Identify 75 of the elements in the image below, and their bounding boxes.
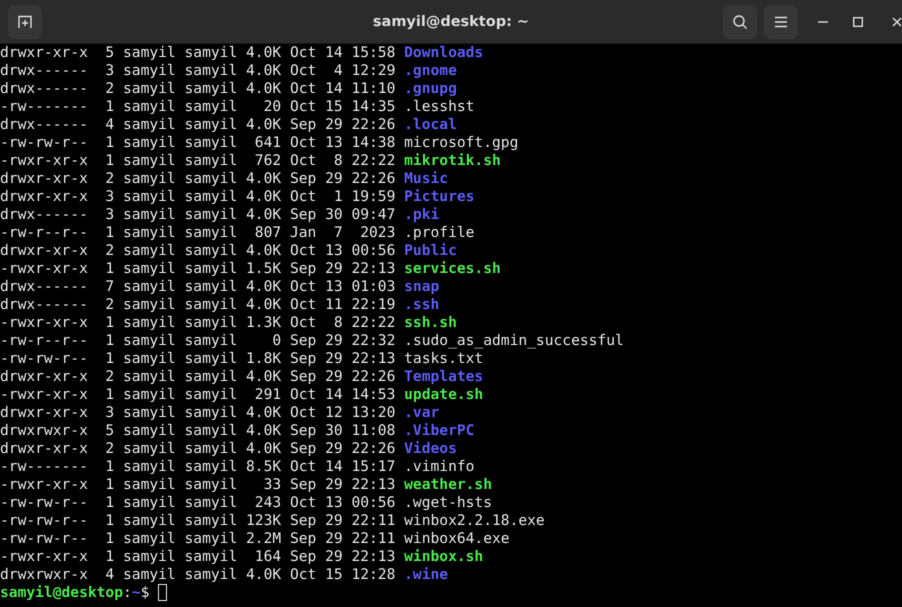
file-name: ssh.sh (404, 314, 457, 331)
directory-name: Music (404, 170, 448, 187)
prompt-separator: : (123, 584, 132, 601)
file-name: .wget-hsts (404, 494, 492, 511)
file-name: .sudo_as_admin_successful (404, 332, 624, 349)
file-name: .viminfo (404, 458, 474, 475)
file-details: -rw------- 1 samyil samyil 20 Oct 15 14:35 (0, 98, 396, 115)
file-details: drwxr-xr-x 3 samyil samyil 4.0K Oct 12 13:20 (0, 404, 396, 421)
file-name: microsoft.gpg (404, 134, 518, 151)
file-name: tasks.txt (404, 350, 484, 367)
file-details: drwxr-xr-x 5 samyil samyil 4.0K Oct 14 15:58 (0, 44, 396, 61)
directory-name: .ssh (404, 296, 440, 313)
directory-name: .wine (404, 566, 448, 583)
menu-button[interactable] (764, 4, 798, 38)
file-name: .lesshst (404, 98, 474, 115)
file-details: drwxr-xr-x 3 samyil samyil 4.0K Oct 1 19:59 (0, 188, 396, 205)
directory-name: Templates (404, 368, 484, 385)
window-title: samyil@desktop: ~ (372, 14, 530, 30)
file-name: winbox2.2.18.exe (404, 512, 545, 529)
file-details: -rwxr-xr-x 1 samyil samyil 164 Sep 29 22:13 (0, 548, 396, 565)
file-details: drwxr-xr-x 2 samyil samyil 4.0K Sep 29 22:26 (0, 440, 396, 457)
file-details: -rw-rw-r-- 1 samyil samyil 123K Sep 29 22:11 (0, 512, 396, 529)
close-icon (892, 16, 902, 26)
file-details: -rw-rw-r-- 1 samyil samyil 1.8K Sep 29 22:13 (0, 350, 396, 367)
file-details: -rwxr-xr-x 1 samyil samyil 33 Sep 29 22:13 (0, 476, 396, 493)
file-details: -rw-r--r-- 1 samyil samyil 0 Sep 29 22:32 (0, 332, 396, 349)
prompt-path: ~ (132, 584, 141, 601)
directory-name: .ViberPC (404, 422, 474, 439)
file-name: winbox.sh (404, 548, 484, 565)
search-button[interactable] (723, 4, 757, 38)
file-details: drwx------ 3 samyil samyil 4.0K Sep 30 09:47 (0, 206, 396, 223)
file-name: .profile (404, 224, 474, 241)
file-details: drwx------ 4 samyil samyil 4.0K Sep 29 22:26 (0, 116, 396, 133)
directory-name: Downloads (404, 44, 484, 61)
directory-name: Public (404, 242, 457, 259)
directory-name: .gnome (404, 62, 457, 79)
prompt-user-host: samyil@desktop (0, 584, 124, 601)
maximize-icon (853, 16, 863, 26)
prompt-symbol: $ (140, 584, 150, 601)
file-name: services.sh (404, 260, 501, 277)
file-name: mikrotik.sh (404, 152, 501, 169)
new-tab-icon (17, 14, 33, 30)
file-details: drwxrwxr-x 4 samyil samyil 4.0K Oct 15 12:28 (0, 566, 396, 583)
menu-icon (774, 16, 788, 28)
file-name: winbox64.exe (404, 530, 510, 547)
file-details: drwx------ 7 samyil samyil 4.0K Oct 13 01:03 (0, 278, 396, 295)
file-details: drwx------ 3 samyil samyil 4.0K Oct 4 12:29 (0, 62, 396, 79)
directory-name: Pictures (404, 188, 474, 205)
file-details: -rwxr-xr-x 1 samyil samyil 1.3K Oct 8 22:22 (0, 314, 396, 331)
file-details: -rw-rw-r-- 1 samyil samyil 2.2M Sep 29 22:11 (0, 530, 396, 547)
file-details: -rw------- 1 samyil samyil 8.5K Oct 14 15:17 (0, 458, 396, 475)
new-tab-button[interactable] (8, 4, 42, 38)
minimize-icon (818, 20, 828, 22)
directory-name: Videos (404, 440, 457, 457)
file-details: -rwxr-xr-x 1 samyil samyil 1.5K Sep 29 22:13 (0, 260, 396, 277)
text-cursor (158, 584, 168, 601)
file-details: -rw-rw-r-- 1 samyil samyil 641 Oct 13 14:38 (0, 134, 396, 151)
directory-name: .local (404, 116, 457, 133)
directory-name: .pki (404, 206, 440, 223)
file-details: drwx------ 2 samyil samyil 4.0K Oct 14 11:10 (0, 80, 396, 97)
file-details: -rwxr-xr-x 1 samyil samyil 291 Oct 14 14:53 (0, 386, 396, 403)
file-details: drwx------ 2 samyil samyil 4.0K Oct 11 22:19 (0, 296, 396, 313)
file-details: drwxr-xr-x 2 samyil samyil 4.0K Sep 29 22:26 (0, 368, 396, 385)
directory-name: snap (404, 278, 440, 295)
file-details: drwxrwxr-x 5 samyil samyil 4.0K Sep 30 11:08 (0, 422, 396, 439)
file-details: drwxr-xr-x 2 samyil samyil 4.0K Sep 29 22:26 (0, 170, 396, 187)
directory-name: .gnupg (404, 80, 457, 97)
file-name: weather.sh (404, 476, 492, 493)
file-details: -rwxr-xr-x 1 samyil samyil 762 Oct 8 22:22 (0, 152, 396, 169)
directory-name: .var (404, 404, 440, 421)
file-details: -rw-rw-r-- 1 samyil samyil 243 Oct 13 00:56 (0, 494, 396, 511)
file-name: update.sh (404, 386, 484, 403)
search-icon (732, 14, 748, 30)
file-details: drwxr-xr-x 2 samyil samyil 4.0K Oct 13 00:56 (0, 242, 396, 259)
file-details: -rw-r--r-- 1 samyil samyil 807 Jan 7 2023 (0, 224, 396, 241)
